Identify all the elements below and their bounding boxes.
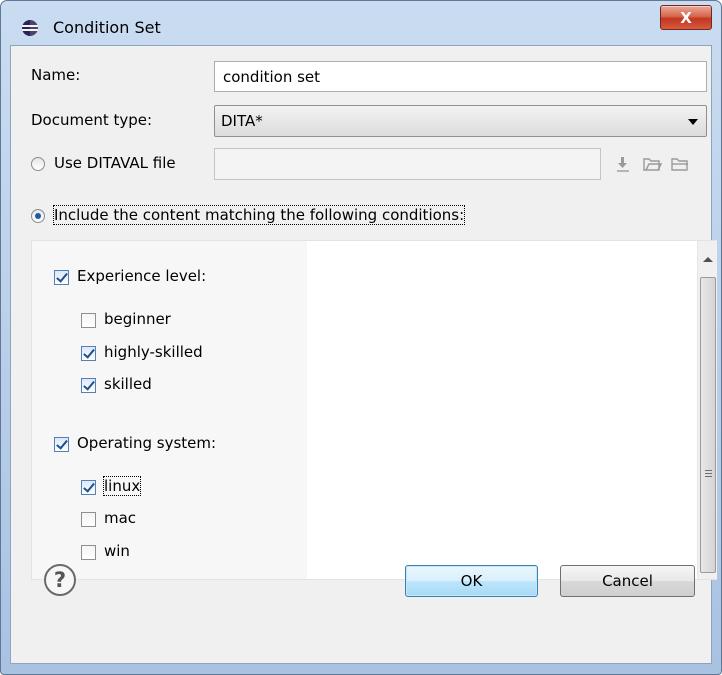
linux-label[interactable]: linux [102,476,142,496]
dialog-body: Name: condition set Document type: DITA*… [10,45,717,664]
document-type-value: DITA* [221,112,263,130]
use-ditaval-label[interactable]: Use DITAVAL file [54,154,176,172]
include-conditions-label[interactable]: Include the content matching the followi… [52,205,466,225]
mac-label[interactable]: mac [104,509,136,527]
name-field-value: condition set [223,67,321,86]
use-ditaval-radio[interactable] [31,157,45,171]
operating-system-label[interactable]: Operating system: [77,434,216,452]
help-icon[interactable]: ? [44,564,76,596]
ok-button-label: OK [460,572,483,590]
experience-level-checkbox[interactable] [54,270,69,285]
grip-line [705,473,712,474]
grip-line [705,470,712,471]
win-checkbox[interactable] [81,545,96,560]
browse-folder-icon[interactable] [670,154,690,174]
title-bar[interactable]: Condition Set X [1,1,721,43]
close-button[interactable]: X [660,5,712,30]
chevron-down-icon [688,119,698,125]
eclipse-icon [22,20,38,36]
window-title: Condition Set [53,18,161,37]
ok-button[interactable]: OK [405,565,538,597]
conditions-list[interactable]: Experience level: beginner highly-skille… [31,240,717,580]
help-glyph: ? [53,568,67,592]
download-icon[interactable] [613,154,633,174]
grip-line [705,476,712,477]
skilled-label[interactable]: skilled [104,375,152,393]
conditions-tree [32,241,307,579]
document-type-select[interactable]: DITA* [214,105,707,137]
win-label[interactable]: win [104,542,130,560]
scroll-up-arrow-icon[interactable] [703,257,713,262]
include-conditions-radio[interactable] [31,209,45,223]
cancel-button[interactable]: Cancel [560,565,695,597]
close-icon: X [680,8,692,27]
name-field[interactable]: condition set [214,61,707,92]
beginner-checkbox[interactable] [81,313,96,328]
vertical-scrollbar[interactable] [697,241,717,579]
cancel-button-label: Cancel [602,572,653,590]
mac-checkbox[interactable] [81,512,96,527]
name-label: Name: [31,66,81,84]
operating-system-checkbox[interactable] [54,437,69,452]
experience-level-label[interactable]: Experience level: [77,267,206,285]
beginner-label[interactable]: beginner [104,310,171,328]
skilled-checkbox[interactable] [81,378,96,393]
document-type-label: Document type: [31,111,153,129]
scrollbar-thumb[interactable] [700,277,716,573]
highly-skilled-label[interactable]: highly-skilled [104,343,203,361]
highly-skilled-checkbox[interactable] [81,346,96,361]
open-folder-icon[interactable] [642,154,662,174]
condition-set-dialog: Condition Set X Name: condition set Docu… [0,0,722,675]
linux-checkbox[interactable] [81,480,96,495]
ditaval-file-field[interactable] [214,148,601,180]
